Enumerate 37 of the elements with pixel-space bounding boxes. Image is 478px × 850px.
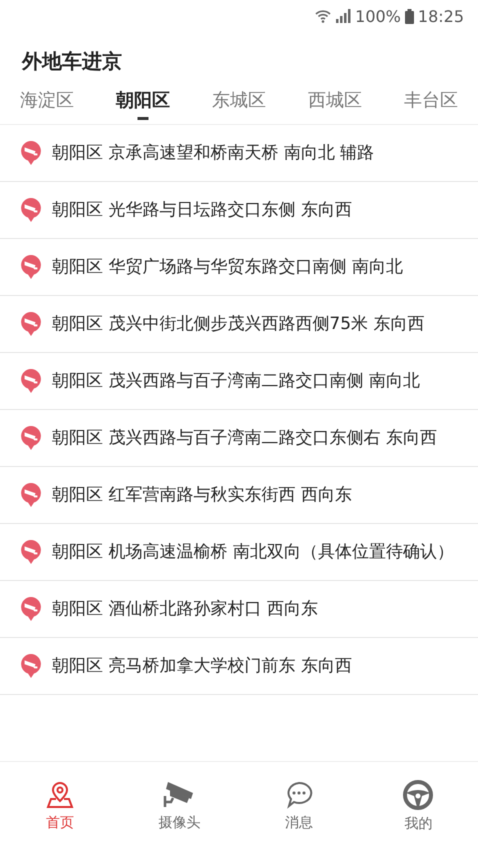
camera-location[interactable]: 朝阳区 茂兴西路与百子湾南二路交口东侧右 东向西 [52, 423, 437, 453]
camera-location[interactable]: 朝阳区 酒仙桥北路孙家村口 西向东 [52, 594, 318, 624]
district-tab[interactable]: 丰台区 [404, 88, 458, 114]
camera-location[interactable]: 朝阳区 华贸广场路与华贸东路交口南侧 南向北 [52, 252, 403, 282]
camera-location[interactable]: 朝阳区 京承高速望和桥南天桥 南向北 辅路 [52, 138, 374, 168]
camera-pin-icon [20, 482, 42, 508]
camera-pin-icon [20, 425, 42, 451]
page-title: 外地车进京 [20, 48, 123, 75]
camera-location[interactable]: 朝阳区 光华路与日坛路交口东侧 东向西 [52, 195, 352, 225]
camera-location[interactable]: 朝阳区 茂兴西路与百子湾南二路交口南侧 南向北 [52, 366, 420, 396]
camera-pin-icon [20, 596, 42, 622]
nav-tab[interactable]: 消息 [239, 762, 358, 850]
nav-tab[interactable]: 我的 [358, 762, 478, 850]
district-tab[interactable]: 东城区 [212, 88, 266, 114]
camera-location[interactable]: 朝阳区 亮马桥加拿大学校门前东 东向西 [52, 651, 352, 681]
battery-icon [404, 8, 414, 24]
camera-location[interactable]: 朝阳区 茂兴中街北侧步茂兴西路西侧75米 东向西 [52, 309, 424, 339]
clock: 18:25 [418, 6, 464, 26]
camera-pin-icon [20, 197, 42, 223]
camera-pin-icon [20, 368, 42, 394]
camera-pin-icon [20, 140, 42, 166]
nav-tab[interactable]: 摄像头 [120, 762, 239, 850]
camera-location[interactable]: 朝阳区 红军营南路与秋实东街西 西向东 [52, 480, 352, 510]
camera-pin-icon [20, 539, 42, 565]
steering-wheel-icon [402, 779, 434, 811]
district-tab[interactable]: 西城区 [308, 88, 362, 114]
camera-pin-icon [20, 653, 42, 679]
signal-icon [335, 9, 352, 23]
camera-pin-icon [20, 311, 42, 337]
district-tab[interactable]: 朝阳区 [116, 88, 170, 120]
nav-tab[interactable]: 首页 [0, 762, 120, 850]
wifi-icon [315, 9, 332, 23]
district-tab[interactable]: 海淀区 [20, 88, 74, 114]
location-pin-icon [44, 780, 75, 810]
battery-percent: 100% [355, 6, 401, 26]
camera-pin-icon [20, 254, 42, 280]
camera-location[interactable]: 朝阳区 机场高速温榆桥 南北双向（具体位置待确认） [52, 537, 454, 567]
